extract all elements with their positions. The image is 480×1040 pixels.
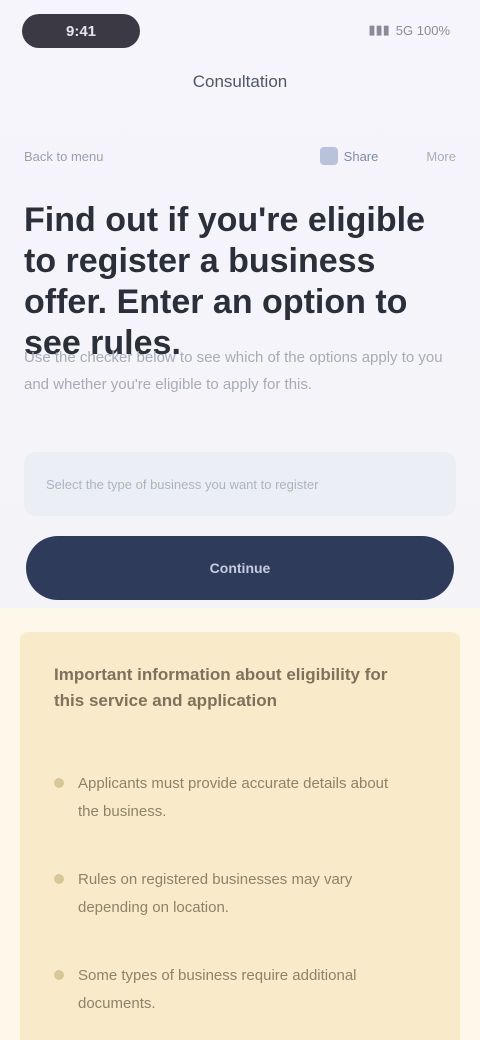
page-title: Consultation (192, 72, 288, 91)
status-bar: 9:41 ▮▮▮ 5G 100% (0, 0, 480, 64)
bullet-icon (54, 970, 64, 980)
list-item: Applicants must provide accurate details… (54, 770, 426, 826)
list-item-text: Rules on registered businesses may vary … (78, 871, 353, 916)
info-card: Important information about eligibility … (20, 632, 460, 1040)
bullet-icon (54, 874, 64, 884)
top-section: 9:41 ▮▮▮ 5G 100% Consultation Back to me… (0, 0, 480, 640)
list-item-text: Some types of business require additiona… (78, 967, 357, 1012)
signal-icon: ▮▮▮ (368, 22, 390, 37)
toolbar: Back to menu Share More (24, 142, 456, 170)
status-right-text: 5G 100% (395, 22, 450, 38)
business-type-placeholder: Select the type of business you want to … (46, 476, 319, 492)
business-type-select[interactable]: Select the type of business you want to … (24, 452, 456, 516)
list-item-text: Applicants must provide accurate details… (78, 775, 389, 820)
share-button[interactable]: Share (319, 147, 379, 165)
status-indicators: ▮▮▮ 5G 100% (368, 22, 450, 38)
more-button[interactable]: More (426, 149, 456, 164)
info-list: Applicants must provide accurate details… (54, 770, 426, 1018)
share-label: Share (343, 148, 379, 164)
continue-button[interactable]: Continue (26, 536, 454, 600)
share-icon (319, 147, 338, 165)
subtext: Use the checker below to see which of th… (24, 349, 443, 393)
back-link[interactable]: Back to menu (24, 149, 320, 164)
bullet-icon (54, 778, 64, 788)
status-time: 9:41 (22, 14, 140, 48)
list-item: Rules on registered businesses may vary … (54, 866, 426, 922)
headline: Find out if you're eligible to register … (24, 201, 425, 362)
info-card-title: Important information about eligibility … (54, 665, 388, 710)
list-item: Some types of business require additiona… (54, 962, 426, 1018)
